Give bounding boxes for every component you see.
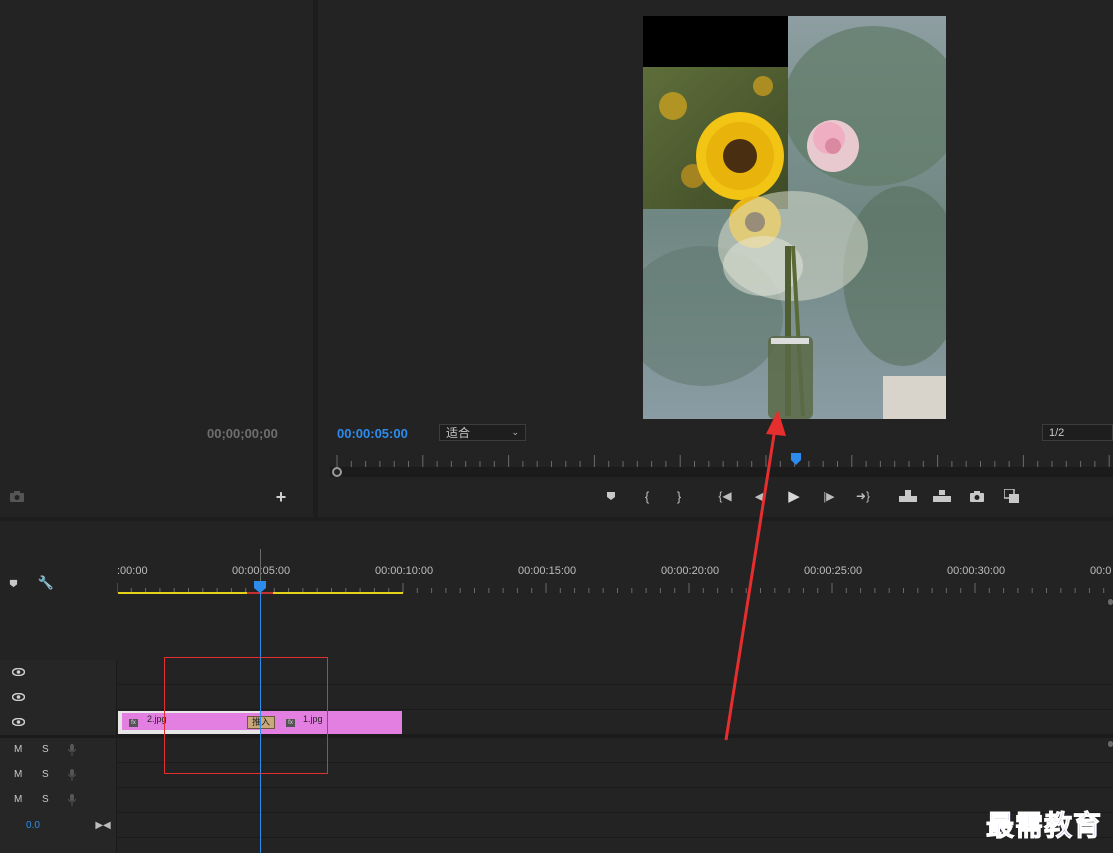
track-header: 0.0 ▶◀: [0, 813, 117, 838]
microphone-icon[interactable]: [66, 743, 78, 757]
fit-dropdown-label: 适合: [446, 426, 471, 440]
solo-button[interactable]: S: [42, 744, 49, 755]
master-volume[interactable]: 0.0: [26, 820, 40, 831]
fx-icon: fx: [129, 718, 138, 727]
annotation-arrow: [724, 410, 786, 741]
marker-icon[interactable]: [602, 487, 620, 505]
zoom-handle[interactable]: [332, 467, 342, 477]
watermark: 最需教育: [985, 809, 1103, 843]
bowtie-icon[interactable]: ▶◀: [95, 818, 110, 832]
fit-dropdown[interactable]: 适合 ⌄: [439, 424, 526, 441]
ruler-label: 00:00:15:00: [518, 565, 577, 577]
annotation-box: [164, 657, 328, 774]
track-a3[interactable]: M S: [0, 788, 1113, 813]
ruler-label: 00:00:25:00: [804, 565, 863, 577]
solo-button[interactable]: S: [42, 769, 49, 780]
program-timecode[interactable]: 00:00:05:00: [337, 426, 408, 441]
insert-icon[interactable]: [898, 487, 918, 505]
compare-icon[interactable]: [1002, 487, 1022, 505]
plus-icon[interactable]: +: [273, 487, 289, 507]
ruler-label: 00:0: [1090, 565, 1112, 577]
clip-fx-badge[interactable]: fx: [129, 714, 138, 732]
source-monitor-panel: 00;00;00;00 +: [0, 0, 313, 517]
source-timecode[interactable]: 00;00;00;00: [207, 426, 278, 441]
mute-button[interactable]: M: [14, 769, 22, 780]
track-header: M S: [0, 763, 117, 788]
timeline-ruler[interactable]: :00:00 00:00:05:00 00:00:10:00 00:00:15:00 0…: [117, 561, 1113, 596]
camera-icon[interactable]: [8, 488, 26, 504]
timeline-panel: 🔧 :00:00 00:00:05:00 00:00:10:00 00:00:15:0…: [0, 521, 1113, 853]
transport-controls: { } {◀ ◀ ▶ |▶ ➜}: [602, 487, 1032, 507]
overwrite-icon[interactable]: [932, 487, 952, 505]
wrench-icon[interactable]: 🔧: [37, 575, 55, 591]
resolution-dropdown[interactable]: 1/2: [1042, 424, 1113, 441]
export-frame-icon[interactable]: [968, 487, 986, 505]
ruler-label: :00:00: [117, 565, 148, 577]
ruler-label: 00:00:05:00: [232, 565, 291, 577]
eye-icon[interactable]: [10, 690, 26, 704]
track-header: M S: [0, 788, 117, 813]
track-header-filler: [0, 838, 117, 853]
track-header: [0, 660, 117, 685]
go-to-out-icon[interactable]: ➜}: [854, 487, 872, 505]
mark-in-icon[interactable]: {: [638, 487, 656, 505]
mute-button[interactable]: M: [14, 744, 22, 755]
ruler-label: 00:00:30:00: [947, 565, 1006, 577]
eye-icon[interactable]: [10, 665, 26, 679]
add-marker-icon[interactable]: [6, 576, 20, 590]
chevron-down-icon: ⌄: [511, 427, 519, 437]
playhead-guide: [260, 549, 261, 581]
resolution-label: 1/2: [1049, 426, 1065, 439]
microphone-icon[interactable]: [66, 768, 78, 782]
ruler-label: 00:00:10:00: [375, 565, 434, 577]
microphone-icon[interactable]: [66, 793, 78, 807]
timeline-playhead-handle[interactable]: [254, 580, 266, 593]
solo-button[interactable]: S: [42, 794, 49, 805]
empty-track-area[interactable]: [117, 596, 1113, 660]
mute-button[interactable]: M: [14, 794, 22, 805]
video-preview: [643, 16, 946, 419]
vertical-scrollbar[interactable]: [1108, 599, 1113, 749]
track-header: [0, 710, 117, 735]
mark-out-icon[interactable]: }: [670, 487, 688, 505]
track-header: M S: [0, 738, 117, 763]
track-header: [0, 685, 117, 710]
eye-icon[interactable]: [10, 715, 26, 729]
master-track[interactable]: 0.0 ▶◀: [0, 813, 1113, 838]
step-forward-icon[interactable]: |▶: [820, 487, 838, 505]
